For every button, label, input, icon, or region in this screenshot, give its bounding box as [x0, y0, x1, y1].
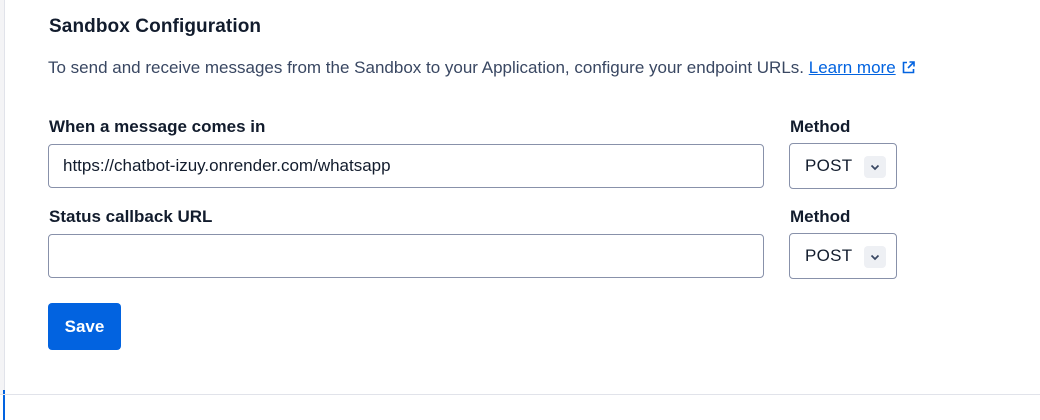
incoming-url-input[interactable]	[48, 144, 764, 188]
status-method-select[interactable]: POST	[789, 233, 897, 279]
description-text: To send and receive messages from the Sa…	[48, 58, 804, 77]
chevron-down-icon	[864, 246, 886, 268]
status-callback-input[interactable]	[48, 234, 764, 278]
learn-more-link[interactable]: Learn more	[809, 58, 896, 77]
incoming-method-label: Method	[790, 117, 851, 136]
external-link-icon[interactable]	[901, 60, 916, 80]
chevron-down-icon	[864, 156, 886, 178]
incoming-url-label: When a message comes in	[49, 117, 266, 136]
status-callback-label: Status callback URL	[49, 207, 213, 226]
incoming-method-value: POST	[805, 156, 853, 175]
learn-more-label: Learn more	[808, 58, 896, 77]
save-button[interactable]: Save	[48, 303, 121, 350]
incoming-method-select[interactable]: POST	[789, 143, 897, 189]
left-panel-edge	[0, 0, 5, 394]
section-title: Sandbox Configuration	[49, 16, 262, 37]
section-description: To send and receive messages from the Sa…	[48, 58, 916, 80]
status-method-label: Method	[790, 207, 851, 226]
status-method-value: POST	[805, 246, 853, 265]
section-divider	[0, 394, 1040, 395]
